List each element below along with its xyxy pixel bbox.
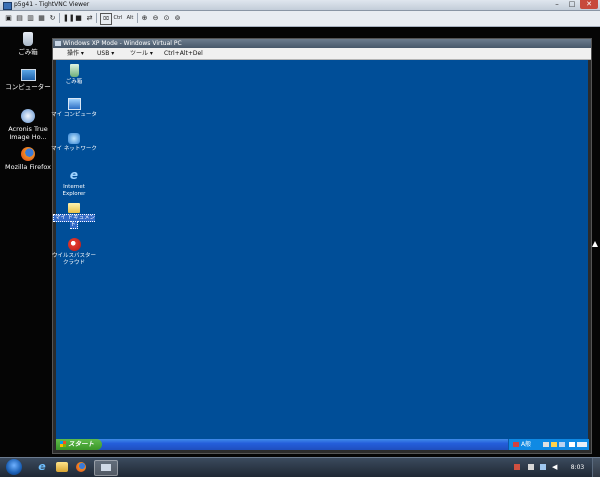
- xp-desktop[interactable]: ごみ箱 マイ コンピュータ マイ ネットワーク e Internet Explo…: [51, 60, 588, 440]
- new-connection-icon[interactable]: ▣: [4, 13, 13, 23]
- xp-start-button[interactable]: スタート: [56, 439, 102, 450]
- desktop-icon-label: Mozilla Firefox: [5, 163, 51, 171]
- options-icon[interactable]: ▥: [26, 13, 35, 23]
- xp-taskbar: スタート A般: [56, 439, 589, 450]
- toolbar-separator: [137, 13, 138, 23]
- xp-window-title: Windows XP Mode - Windows Virtual PC: [63, 40, 182, 47]
- zoom-100-icon[interactable]: ⊙: [162, 13, 171, 23]
- recycle-bin-icon: [23, 32, 33, 46]
- menu-usb[interactable]: USB ▾: [97, 48, 114, 59]
- xp-desktop-icon-my-documents[interactable]: マイ ドキュメント: [51, 203, 97, 229]
- show-desktop-button[interactable]: [592, 458, 600, 477]
- tray-pen-icon[interactable]: [543, 442, 549, 447]
- menu-action[interactable]: 操作 ▾: [67, 48, 84, 59]
- win7-taskbar: e ◀ 8:03: [0, 457, 600, 477]
- my-documents-icon: [68, 203, 80, 213]
- xp-window-titlebar[interactable]: Windows XP Mode - Windows Virtual PC: [53, 39, 591, 48]
- ime-indicator[interactable]: A般: [521, 439, 531, 448]
- xp-icon-label: ごみ箱: [65, 79, 83, 85]
- pause-icon[interactable]: ❚❚: [63, 13, 75, 23]
- xp-icon-label: マイ ドキュメント: [52, 214, 96, 229]
- desktop-icon-firefox[interactable]: Mozilla Firefox: [3, 147, 53, 171]
- my-network-icon: [68, 133, 80, 144]
- menu-tools[interactable]: ツール ▾: [130, 48, 153, 59]
- xp-menubar: 操作 ▾ USB ▾ ツール ▾ Ctrl+Alt+Del: [53, 48, 591, 60]
- close-button[interactable]: ✕: [580, 0, 598, 9]
- tray-tools-icon[interactable]: [569, 442, 575, 447]
- xp-icon-label: Internet Explorer: [62, 184, 86, 197]
- tray-alert-icon[interactable]: [514, 464, 520, 470]
- computer-icon: [20, 69, 36, 81]
- virusbuster-icon: [67, 238, 81, 251]
- tray-flag-icon[interactable]: [528, 464, 534, 470]
- acronis-icon: [21, 109, 35, 123]
- tray-network-icon[interactable]: [559, 442, 565, 447]
- windows-flag-icon: [60, 441, 66, 447]
- mouse-cursor-icon: [592, 241, 598, 247]
- taskbar-ie-icon[interactable]: e: [34, 460, 50, 474]
- desktop-icon-acronis[interactable]: Acronis True Image Ho...: [3, 109, 53, 141]
- win7-start-orb-icon[interactable]: [6, 459, 22, 475]
- xp-desktop-icon-my-computer[interactable]: マイ コンピュータ: [51, 98, 97, 119]
- my-computer-icon: [67, 98, 81, 110]
- refresh-icon[interactable]: ↻: [48, 13, 57, 23]
- zoom-in-icon[interactable]: ⊕: [140, 13, 149, 23]
- tray-help-icon[interactable]: [551, 442, 557, 447]
- tray-volume-icon[interactable]: ◀: [552, 463, 557, 471]
- xp-mode-window[interactable]: Windows XP Mode - Windows Virtual PC 操作 …: [51, 38, 592, 454]
- taskbar-firefox-icon[interactable]: [76, 462, 86, 472]
- alt-key-icon[interactable]: Alt: [125, 13, 135, 23]
- desktop-icon-label: コンピューター: [5, 83, 51, 91]
- xp-desktop-icon-recycle-bin[interactable]: ごみ箱: [51, 64, 97, 86]
- vnc-window-title: p5g41 - TightVNC Viewer: [14, 1, 90, 8]
- xp-start-label: スタート: [68, 440, 94, 448]
- xp-icon-label: ウイルスバスター クラウド: [51, 253, 96, 266]
- tray-keyboard-icon[interactable]: [577, 442, 587, 447]
- tray-network-icon[interactable]: [540, 464, 546, 470]
- zoom-fit-icon[interactable]: ⊚: [173, 13, 182, 23]
- minimize-button[interactable]: –: [550, 0, 564, 9]
- tightvnc-app-icon: [3, 2, 12, 10]
- save-icon[interactable]: ▤: [15, 13, 24, 23]
- xp-desktop-icon-my-network[interactable]: マイ ネットワーク: [51, 133, 97, 153]
- virtual-pc-icon: [55, 41, 61, 46]
- tightvnc-icon: [101, 464, 111, 471]
- toolbar-separator: [96, 13, 97, 23]
- xp-desktop-icon-virusbuster[interactable]: ウイルスバスター クラウド: [51, 238, 97, 266]
- desktop-icon-computer[interactable]: コンピューター: [3, 69, 53, 91]
- xp-system-tray: A般: [508, 439, 589, 450]
- xp-recycle-bin-icon: [69, 64, 79, 77]
- taskbar-explorer-icon[interactable]: [56, 462, 68, 472]
- ctrl-alt-del-icon[interactable]: ⌧: [100, 13, 112, 25]
- taskbar-tightvnc-item[interactable]: [94, 460, 118, 476]
- zoom-out-icon[interactable]: ⊖: [151, 13, 160, 23]
- menu-ctrl-alt-del[interactable]: Ctrl+Alt+Del: [164, 48, 203, 59]
- ctrl-key-icon[interactable]: Ctrl: [113, 13, 123, 23]
- vnc-titlebar[interactable]: p5g41 - TightVNC Viewer – □ ✕: [0, 0, 600, 11]
- xp-icon-label: マイ ネットワーク: [51, 146, 97, 152]
- stop-icon[interactable]: ■: [74, 13, 83, 23]
- toolbar-separator: [59, 13, 60, 23]
- maximize-button[interactable]: □: [565, 0, 579, 9]
- transfer-icon[interactable]: ⇄: [85, 13, 94, 23]
- desktop-icon-label: ごみ箱: [18, 48, 38, 56]
- info-icon[interactable]: ▦: [37, 13, 46, 23]
- xp-desktop-icon-ie[interactable]: e Internet Explorer: [51, 169, 97, 197]
- desktop-icon-label: Acronis True Image Ho...: [8, 125, 48, 141]
- desktop-icon-recycle-bin[interactable]: ごみ箱: [3, 32, 53, 56]
- taskbar-clock[interactable]: 8:03: [565, 458, 590, 477]
- xp-icon-label: マイ コンピュータ: [51, 112, 97, 118]
- tray-alert-icon[interactable]: [513, 442, 519, 447]
- vnc-toolbar: ▣ ▤ ▥ ▦ ↻ ❚❚ ■ ⇄ ⌧ Ctrl Alt ⊕ ⊖ ⊙ ⊚: [0, 11, 600, 27]
- firefox-icon: [21, 147, 35, 161]
- ie-icon: e: [69, 168, 79, 182]
